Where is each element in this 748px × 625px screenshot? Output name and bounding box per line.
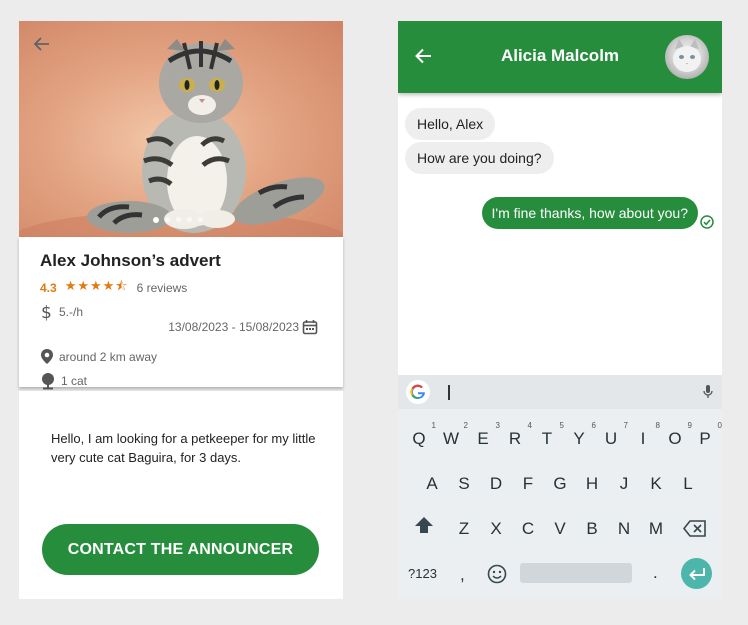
rating-value: 4.3: [40, 281, 57, 295]
description-card: Hello, I am looking for a petkeeper for …: [19, 391, 343, 599]
key-label: P: [699, 429, 711, 448]
key-hint: 8: [655, 421, 660, 430]
calendar-icon[interactable]: [302, 319, 318, 335]
key-label: E: [477, 429, 489, 448]
contact-announcer-button[interactable]: CONTACT THE ANNOUNCER: [42, 524, 319, 575]
date-range-value: 13/08/2023 - 15/08/2023: [168, 320, 299, 334]
dollar-icon: $: [41, 303, 52, 321]
microphone-icon[interactable]: [703, 384, 713, 400]
carousel-dot[interactable]: [176, 217, 181, 222]
chat-app-bar: Alicia Malcolm: [398, 21, 722, 93]
distance-row: around 2 km away: [40, 348, 157, 365]
key-hint: 0: [717, 421, 722, 430]
advert-screen: Alex Johnson’s advert 4.3 ★★★★⯪ 6 review…: [19, 21, 343, 599]
key-v[interactable]: V: [547, 519, 573, 539]
shift-icon[interactable]: [414, 516, 434, 534]
soft-keyboard: Q1 W2 E3 R4 T5 Y6 U7 I8 O9 P0 A S D F G …: [398, 375, 722, 599]
key-r[interactable]: R4: [502, 421, 532, 449]
advert-description: Hello, I am looking for a petkeeper for …: [51, 431, 316, 465]
key-x[interactable]: X: [483, 519, 509, 539]
carousel-dot[interactable]: [198, 217, 203, 222]
key-w[interactable]: W2: [438, 421, 468, 449]
location-pin-icon: [41, 349, 53, 364]
pets-row: 1 cat: [40, 372, 87, 390]
back-arrow-icon[interactable]: [33, 35, 51, 53]
read-check-icon: [700, 215, 714, 229]
key-k[interactable]: K: [643, 474, 669, 494]
key-label: Q: [412, 429, 426, 448]
price-value: 5.-/h: [59, 305, 84, 319]
key-label: T: [541, 429, 553, 448]
enter-key[interactable]: [681, 558, 712, 589]
key-label: R: [508, 429, 522, 448]
period-key[interactable]: .: [653, 563, 658, 583]
advert-title: Alex Johnson’s advert: [40, 251, 221, 270]
key-hint: 7: [623, 421, 628, 430]
key-hint: 2: [463, 421, 468, 430]
pets-value: 1 cat: [61, 374, 88, 388]
contact-avatar[interactable]: [665, 35, 709, 79]
key-hint: 6: [591, 421, 596, 430]
emoji-icon[interactable]: [487, 564, 507, 584]
key-f[interactable]: F: [515, 474, 541, 494]
key-b[interactable]: B: [579, 519, 605, 539]
svg-text:$: $: [41, 303, 52, 321]
message-bubble-incoming[interactable]: How are you doing?: [405, 142, 554, 174]
key-label: Y: [573, 429, 585, 448]
cat-photo[interactable]: [19, 21, 343, 237]
advert-details-card: Alex Johnson’s advert 4.3 ★★★★⯪ 6 review…: [19, 237, 343, 390]
symbols-key[interactable]: ?123: [408, 566, 437, 581]
star-rating-icon: ★★★★⯪: [64, 278, 129, 293]
key-e[interactable]: E3: [470, 421, 500, 449]
key-label: U: [604, 429, 618, 448]
key-a[interactable]: A: [419, 474, 445, 494]
key-j[interactable]: J: [611, 474, 637, 494]
key-p[interactable]: P0: [692, 421, 722, 449]
carousel-dot[interactable]: [187, 217, 192, 222]
backspace-icon[interactable]: [683, 520, 707, 537]
carousel-indicator[interactable]: [153, 216, 203, 223]
message-bubble-incoming[interactable]: Hello, Alex: [405, 108, 496, 140]
cat-illustration: [19, 39, 343, 237]
carousel-dot[interactable]: [165, 217, 170, 222]
price-row: $ 5.-/h: [40, 303, 83, 321]
pet-icon: [42, 373, 54, 390]
key-n[interactable]: N: [611, 519, 637, 539]
reviews-count[interactable]: 6 reviews: [137, 281, 188, 295]
carousel-dot[interactable]: [153, 216, 159, 223]
key-i[interactable]: I8: [630, 421, 660, 449]
key-m[interactable]: M: [643, 519, 669, 539]
date-range-row[interactable]: 13/08/2023 - 15/08/2023: [168, 319, 318, 335]
keyboard-input-bar[interactable]: [398, 375, 722, 409]
key-z[interactable]: Z: [451, 519, 477, 539]
key-d[interactable]: D: [483, 474, 509, 494]
enter-arrow-icon: [688, 567, 705, 580]
key-g[interactable]: G: [547, 474, 573, 494]
text-cursor: [448, 385, 450, 400]
key-y[interactable]: Y6: [566, 421, 596, 449]
key-h[interactable]: H: [579, 474, 605, 494]
key-label: W: [442, 429, 460, 448]
key-l[interactable]: L: [675, 474, 701, 494]
google-icon[interactable]: [406, 380, 430, 404]
key-c[interactable]: C: [515, 519, 541, 539]
key-hint: 1: [431, 421, 436, 430]
comma-key[interactable]: ,: [460, 565, 465, 585]
key-hint: 3: [495, 421, 500, 430]
key-q[interactable]: Q1: [406, 421, 436, 449]
rating-row[interactable]: 4.3 ★★★★⯪ 6 reviews: [40, 277, 187, 299]
key-u[interactable]: U7: [598, 421, 628, 449]
key-hint: 4: [527, 421, 532, 430]
key-s[interactable]: S: [451, 474, 477, 494]
space-bar[interactable]: [520, 563, 632, 583]
key-t[interactable]: T5: [534, 421, 564, 449]
key-hint: 5: [559, 421, 564, 430]
key-label: I: [640, 429, 646, 448]
chat-screen: Alicia Malcolm Hello, Alex How are you d…: [398, 21, 722, 599]
cat-avatar-icon: [673, 39, 701, 72]
key-label: O: [668, 429, 682, 448]
key-o[interactable]: O9: [662, 421, 692, 449]
message-bubble-outgoing[interactable]: I'm fine thanks, how about you?: [481, 197, 698, 229]
distance-value: around 2 km away: [59, 349, 158, 364]
